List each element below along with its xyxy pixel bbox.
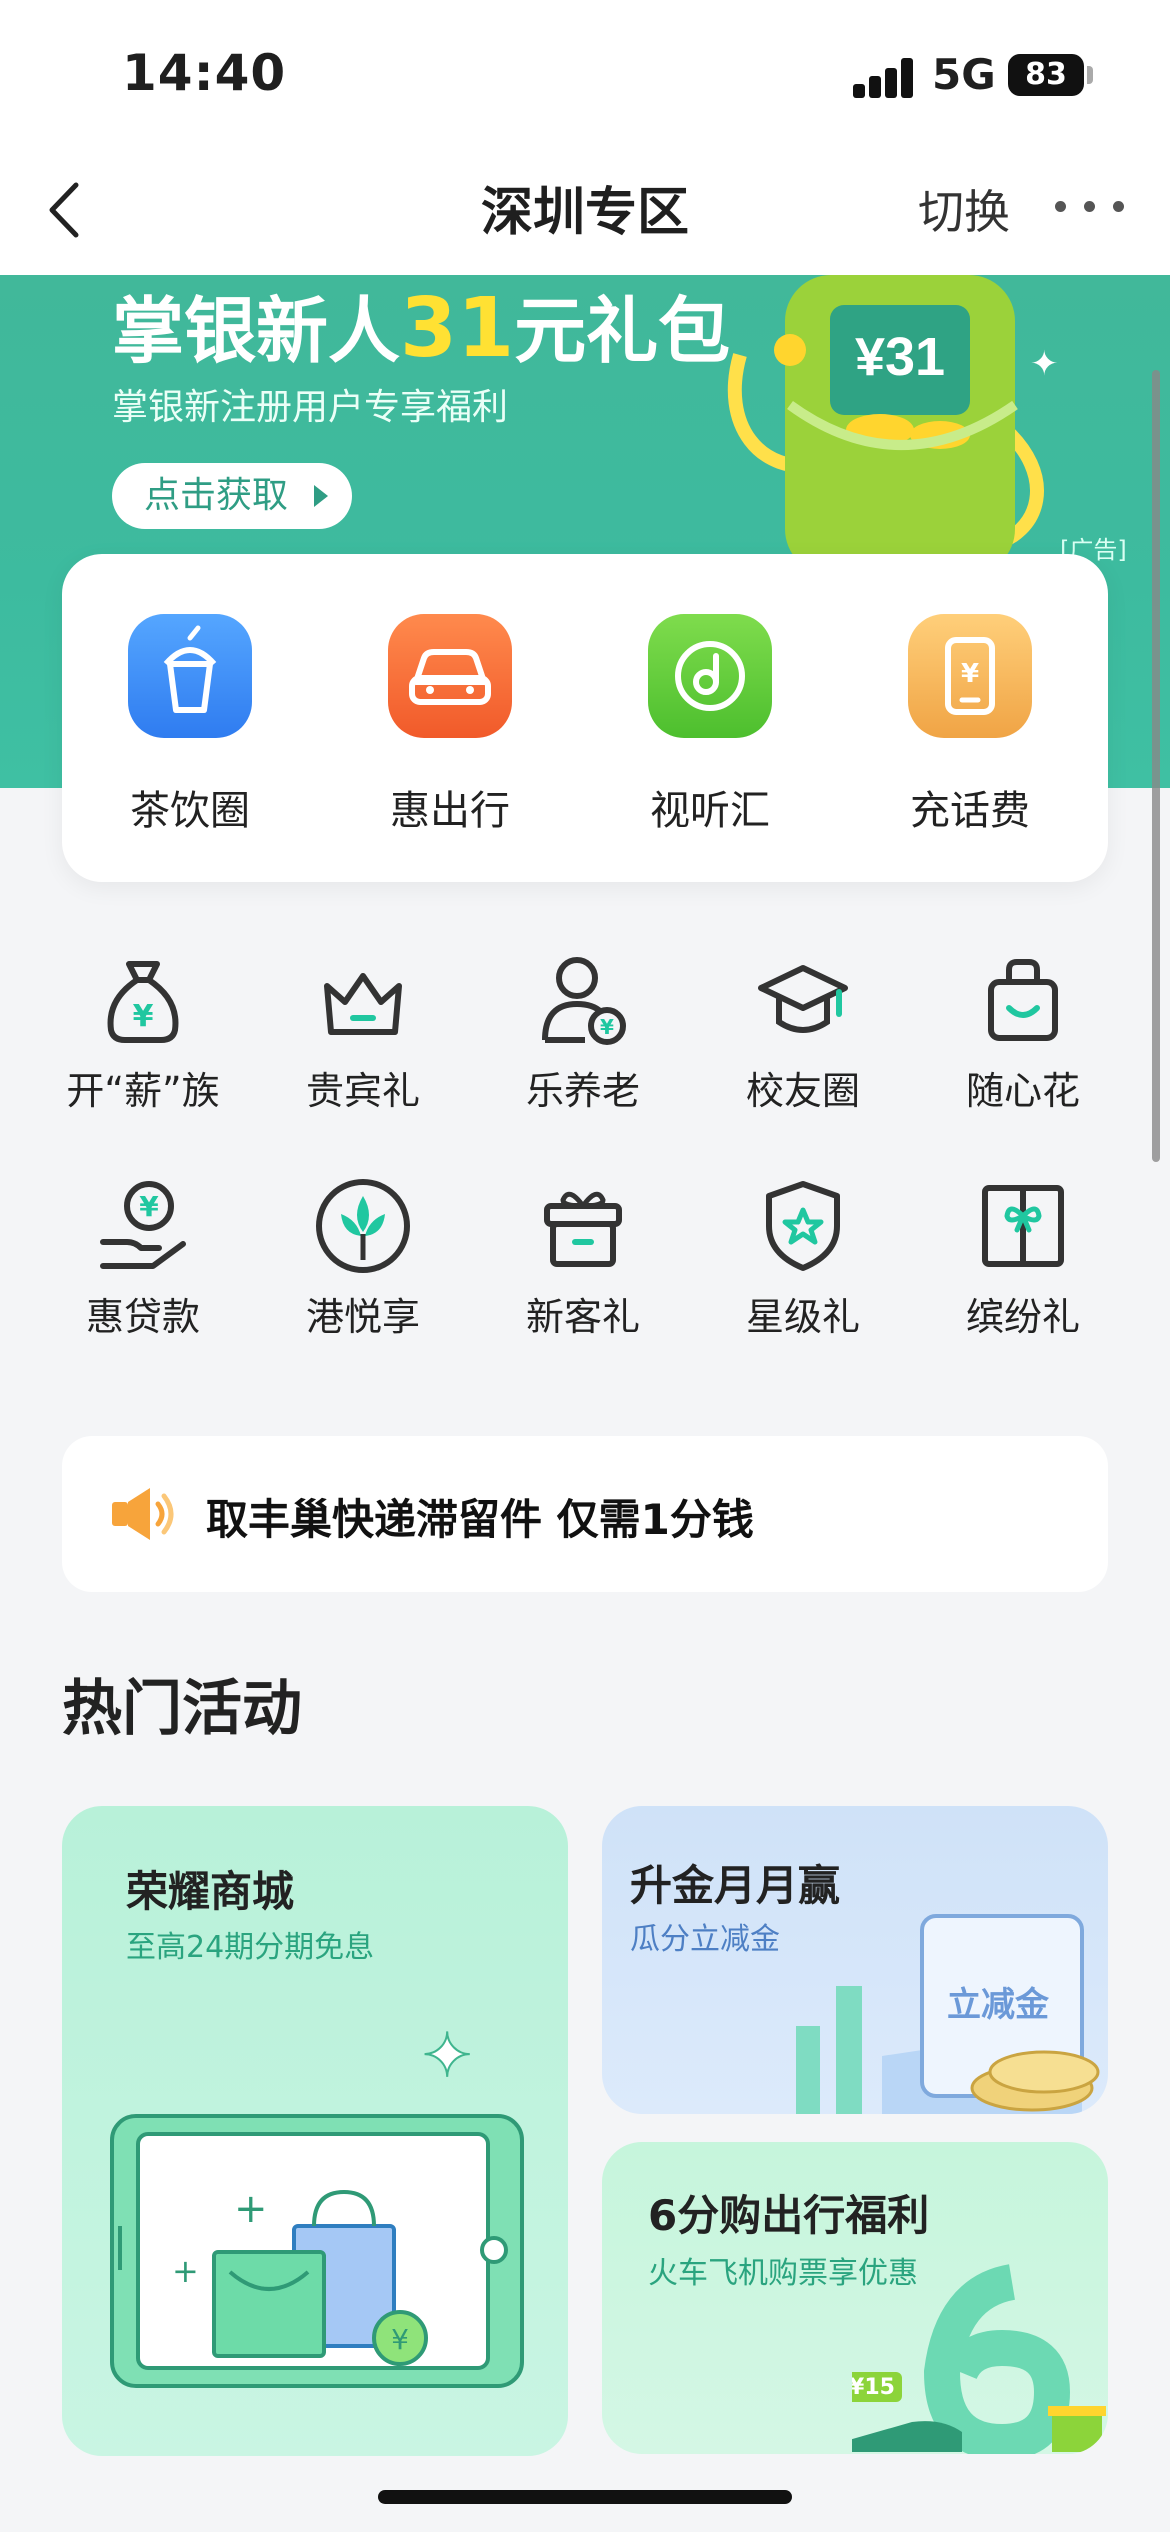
grid-label: 星级礼: [745, 1295, 860, 1339]
grid-item-newcomer[interactable]: 新客礼: [473, 1176, 693, 1341]
grid-item-hk[interactable]: 港悦享: [253, 1176, 473, 1341]
more-icon[interactable]: [1055, 196, 1125, 216]
svg-text:¥: ¥: [961, 659, 979, 689]
svg-text:✦: ✦: [422, 2021, 472, 2091]
switch-city-button[interactable]: 切换: [918, 176, 1010, 242]
svg-text:¥: ¥: [391, 2323, 409, 2356]
travel-six-illustration: ¥15: [852, 2264, 1106, 2454]
activity-subtitle: 瓜分立减金: [630, 1922, 780, 1957]
activity-card-gold-monthly[interactable]: 升金月月赢 瓜分立减金 立减金: [602, 1806, 1108, 2114]
graduation-cap-icon: [758, 965, 848, 1033]
hot-activities-title: 热门活动: [62, 1674, 302, 1744]
money-bag-icon: ¥: [107, 961, 179, 1043]
phone-bill-icon: ¥: [908, 614, 1032, 738]
service-label: 视听汇: [650, 788, 770, 834]
svg-text:+: +: [172, 2252, 199, 2290]
drink-cup-icon: [128, 614, 252, 738]
grid-label: 惠贷款: [85, 1295, 200, 1339]
battery-cap: [1087, 66, 1093, 84]
envelope-amount: ¥31: [855, 327, 945, 387]
grid-label: 校友圈: [745, 1069, 860, 1113]
red-envelope-illustration: ¥31 ✦ ✦: [700, 275, 1059, 565]
banner-claim-button[interactable]: 点击获取: [112, 463, 352, 529]
service-media[interactable]: 视听汇: [610, 614, 810, 836]
grid-item-vip[interactable]: 贵宾礼: [253, 950, 473, 1115]
activity-subtitle: 至高24期分期免息: [126, 1930, 375, 1965]
grid-item-star[interactable]: 星级礼: [693, 1176, 913, 1341]
svg-text:+: +: [234, 2186, 268, 2232]
speaker-icon: [112, 1488, 174, 1540]
shopping-bag-icon: [988, 959, 1058, 1041]
svg-text:¥: ¥: [139, 1190, 159, 1223]
coupon-tag: 立减金: [947, 1985, 1050, 2025]
svg-text:✦: ✦: [1030, 344, 1059, 384]
service-phone[interactable]: ¥ 充话费: [870, 614, 1070, 836]
grid-label: 新客礼: [525, 1295, 640, 1339]
home-indicator[interactable]: [378, 2490, 792, 2504]
crown-icon: [324, 973, 402, 1035]
battery-icon: 83: [1008, 54, 1084, 96]
service-label: 惠出行: [390, 788, 510, 834]
service-label: 茶饮圈: [130, 788, 250, 834]
network-type: 5G: [932, 50, 996, 99]
activity-title: 荣耀商城: [126, 1867, 295, 1916]
tablet-shopping-illustration: ✦ ¥ + +: [110, 2020, 524, 2388]
service-label: 充话费: [910, 788, 1030, 834]
status-time: 14:40: [122, 44, 287, 102]
activity-title: 升金月月赢: [630, 1861, 841, 1910]
grid-item-loan[interactable]: ¥ 惠贷款: [33, 1176, 253, 1341]
service-tea[interactable]: 茶饮圈: [90, 614, 290, 836]
loan-hand-icon: ¥: [100, 1181, 186, 1269]
grid-label: 缤纷礼: [965, 1295, 1080, 1339]
star-shield-icon: [766, 1181, 840, 1271]
service-travel[interactable]: 惠出行: [350, 614, 550, 836]
grid-item-elderly[interactable]: ¥ 乐养老: [473, 950, 693, 1115]
notice-text: 取丰巢快递滞留件 仅需1分钱: [206, 1495, 754, 1544]
gift-card-icon: [982, 1185, 1064, 1267]
grid-item-spend[interactable]: 随心花: [913, 950, 1133, 1115]
signal-icon: [853, 58, 915, 98]
car-icon: [388, 614, 512, 738]
grid-label: 乐养老: [525, 1069, 640, 1113]
play-arrow-icon: [314, 485, 328, 507]
activity-title: 6分购出行福利: [648, 2191, 930, 2240]
grid-label: 开“薪”族: [66, 1069, 220, 1113]
coupon-envelope-illustration: 立减金: [796, 1914, 1100, 2114]
grid-item-salary[interactable]: ¥ 开“薪”族: [33, 950, 253, 1115]
banner-title: 掌银新人31元礼包: [112, 281, 731, 376]
grid-item-alumni[interactable]: 校友圈: [693, 950, 913, 1115]
svg-text:¥: ¥: [133, 999, 154, 1034]
svg-text:¥: ¥: [600, 1015, 614, 1039]
grid-item-colorful[interactable]: 缤纷礼: [913, 1176, 1133, 1341]
activity-card-travel[interactable]: 6分购出行福利 火车飞机购票享优惠 ¥15: [602, 2142, 1108, 2454]
scrollbar[interactable]: [1152, 370, 1160, 1162]
elder-user-icon: ¥: [542, 957, 626, 1045]
grid-label: 贵宾礼: [305, 1069, 420, 1113]
quick-services-card: 茶饮圈 惠出行 视听汇 ¥ 充话费: [62, 554, 1108, 882]
grid-label: 随心花: [965, 1069, 1080, 1113]
music-disc-icon: [648, 614, 772, 738]
activity-card-honor-mall[interactable]: 荣耀商城 至高24期分期免息 ✦ ¥ + +: [62, 1806, 568, 2456]
banner-subtitle: 掌银新注册用户专享福利: [112, 387, 509, 428]
bauhinia-icon: [316, 1179, 410, 1273]
gift-box-icon: [544, 1191, 622, 1267]
grid-label: 港悦享: [305, 1295, 420, 1339]
price-badge: ¥15: [852, 2375, 895, 2400]
